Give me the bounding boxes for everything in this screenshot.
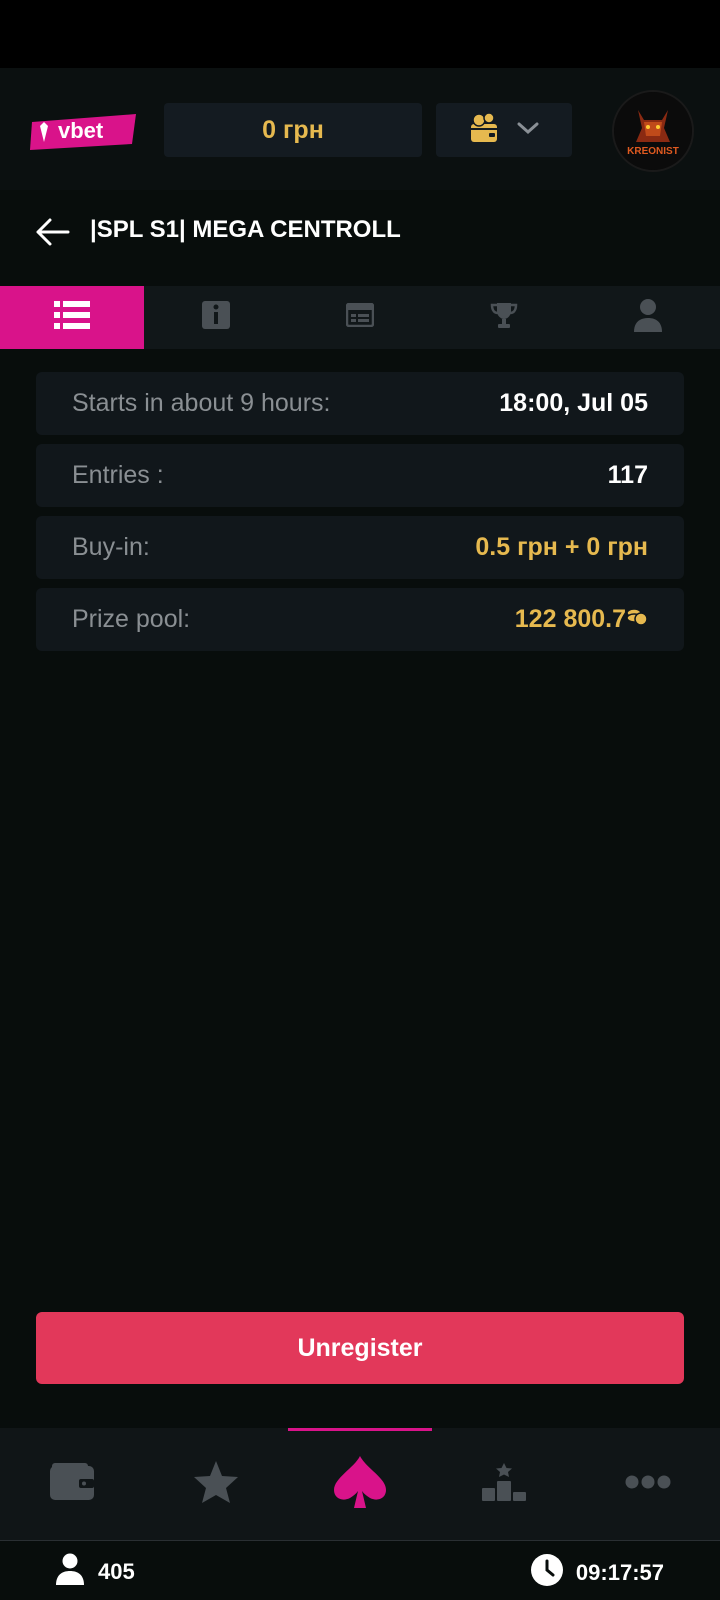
svg-text:KREONIST: KREONIST <box>627 146 679 157</box>
online-count: 405 <box>98 1559 135 1584</box>
start-value: 18:00, Jul 05 <box>499 389 648 417</box>
leaderboard-icon <box>481 1462 527 1507</box>
bottom-navigation <box>0 1428 720 1540</box>
wallet-dropdown-button[interactable] <box>436 103 572 157</box>
vbet-logo[interactable]: vbet <box>28 112 140 150</box>
prize-value: 122 800.7 <box>514 605 626 633</box>
detail-row-entries: Entries : 117 <box>36 444 684 507</box>
nav-favorites[interactable] <box>144 1428 288 1540</box>
tab-info[interactable] <box>144 286 288 349</box>
table-icon <box>345 302 375 332</box>
list-icon <box>54 300 90 335</box>
footer-bar: 405 09:17:57 <box>0 1540 720 1600</box>
nav-wallet[interactable] <box>0 1428 144 1540</box>
nav-poker[interactable] <box>288 1428 432 1540</box>
buyin-value: 0.5 грн + 0 грн <box>475 533 648 561</box>
prize-label: Prize pool: <box>72 605 191 633</box>
back-arrow-icon[interactable] <box>32 212 72 252</box>
user-icon <box>633 298 663 337</box>
status-bar <box>0 0 720 68</box>
detail-row-start: Starts in about 9 hours: 18:00, Jul 05 <box>36 372 684 435</box>
entries-value: 117 <box>607 461 648 489</box>
tournament-details: Starts in about 9 hours: 18:00, Jul 05 E… <box>36 372 684 660</box>
tab-tables[interactable] <box>288 286 432 349</box>
user-avatar[interactable]: KREONIST <box>612 90 694 172</box>
detail-row-buyin: Buy-in: 0.5 грн + 0 грн <box>36 516 684 579</box>
balance-value: 0 грн <box>262 115 324 144</box>
tab-prizes[interactable] <box>432 286 576 349</box>
tab-overview[interactable] <box>0 286 144 349</box>
spade-icon <box>332 1454 388 1515</box>
wallet-coins-icon <box>469 111 499 149</box>
tournament-tabs <box>0 286 720 349</box>
page-title: |SPL S1| MEGA CENTROLL <box>90 216 401 243</box>
buyin-label: Buy-in: <box>72 533 150 561</box>
tab-players[interactable] <box>576 286 720 349</box>
clock: 09:17:57 <box>530 1553 664 1593</box>
balance-display[interactable]: 0 грн <box>164 103 422 157</box>
chevron-down-icon <box>517 121 539 140</box>
clock-time: 09:17:57 <box>575 1560 664 1585</box>
entries-label: Entries : <box>72 461 164 489</box>
nav-leaderboard[interactable] <box>432 1428 576 1540</box>
unregister-button[interactable]: Unregister <box>36 1312 684 1384</box>
more-icon <box>625 1475 671 1494</box>
clock-icon <box>530 1553 564 1593</box>
detail-row-prize: Prize pool: 122 800.7 <box>36 588 684 651</box>
coins-icon <box>626 605 648 634</box>
nav-more[interactable] <box>576 1428 720 1540</box>
app-header: vbet 0 грн KREONIST <box>0 68 720 190</box>
svg-text:vbet: vbet <box>58 118 104 143</box>
prize-value-wrap: 122 800.7 <box>515 605 648 634</box>
person-icon <box>56 1553 84 1591</box>
wallet-icon <box>49 1462 95 1507</box>
info-icon <box>201 300 231 335</box>
star-icon <box>193 1460 239 1509</box>
online-players: 405 <box>56 1553 135 1591</box>
start-label: Starts in about 9 hours: <box>72 389 331 417</box>
title-bar: |SPL S1| MEGA CENTROLL <box>0 190 720 276</box>
trophy-icon <box>490 301 518 334</box>
